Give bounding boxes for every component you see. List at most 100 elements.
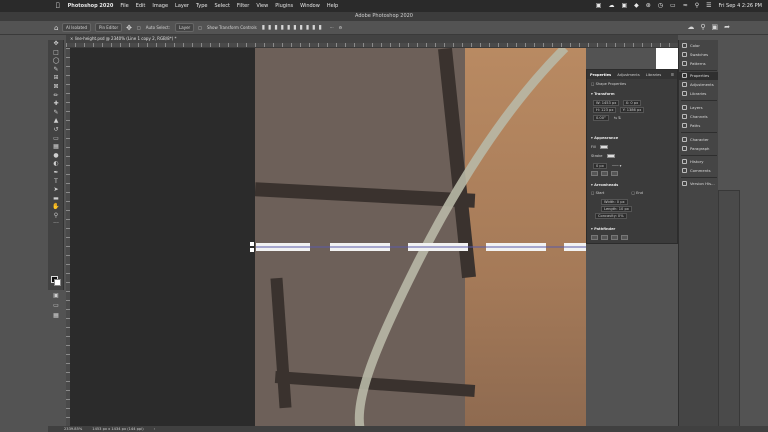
flip-horizontal-icon[interactable]: ⇆ <box>614 116 617 120</box>
brush-tool-icon[interactable]: ✎ <box>48 109 64 118</box>
dock-item-libraries[interactable]: Libraries <box>679 90 719 98</box>
show-transform-checkbox[interactable]: □ <box>198 25 202 30</box>
dock-item-adjustments[interactable]: Adjustments <box>679 81 719 89</box>
auto-select-checkbox[interactable]: □ <box>137 25 141 30</box>
cloud-doc-icon[interactable]: ☁ <box>687 23 694 31</box>
tab-adjustments[interactable]: Adjustments <box>617 73 640 77</box>
shape-tool-icon[interactable]: ▬ <box>48 195 64 204</box>
stroke-join-button[interactable] <box>611 171 619 176</box>
more-options-icon[interactable]: ··· <box>330 25 334 30</box>
tab-libraries[interactable]: Libraries <box>646 73 662 77</box>
menu-help[interactable]: Help <box>327 3 338 9</box>
stroke-size-field[interactable]: 0 px <box>593 163 607 169</box>
ai-isolated-chip[interactable]: AI Isolated <box>62 23 92 32</box>
workspace-icon[interactable]: ▣ <box>712 23 719 31</box>
cloud-icon[interactable]: ☁ <box>608 3 614 9</box>
pathfinder-exclude-button[interactable] <box>621 235 629 240</box>
stroke-swatch[interactable] <box>606 154 615 158</box>
tab-properties[interactable]: Properties <box>590 73 611 77</box>
auto-select-dropdown[interactable]: Layer <box>175 23 195 32</box>
end-checkbox[interactable]: □ <box>632 191 635 195</box>
align-icons[interactable]: ▮▮▮▮▮▮▮▮▮▮ <box>262 24 325 31</box>
menubar-datetime[interactable]: Fri Sep 4 2:26 PM <box>719 3 762 9</box>
gradient-tool-icon[interactable]: ▦ <box>48 143 64 152</box>
home-icon[interactable]: ⌂ <box>54 24 58 32</box>
pathfinder-intersect-button[interactable] <box>611 235 619 240</box>
dropbox-icon[interactable]: ◆ <box>634 3 639 9</box>
stroke-type-dropdown[interactable]: ─── ▾ <box>612 164 621 168</box>
3d-mode-icon[interactable]: ⚙ <box>339 25 343 30</box>
dock-item-properties[interactable]: Properties <box>679 72 719 80</box>
flip-vertical-icon[interactable]: ⇅ <box>618 116 621 120</box>
artboard-icon[interactable]: ▦ <box>48 312 64 321</box>
frame-tool-icon[interactable]: ⊠ <box>48 83 64 92</box>
pin-editor-chip[interactable]: Pin Editor <box>95 23 123 32</box>
menu-edit[interactable]: Edit <box>136 3 146 9</box>
stamp-tool-icon[interactable]: ▲ <box>48 117 64 126</box>
hand-tool-icon[interactable]: ✋ <box>48 203 64 212</box>
screen-mode-icon[interactable]: ▭ <box>48 302 64 311</box>
arrow-width-field[interactable]: Width: 0 px <box>601 199 628 205</box>
angle-field[interactable]: 0.00° <box>593 115 609 121</box>
type-tool-icon[interactable]: T <box>48 178 64 187</box>
dock-item-patterns[interactable]: Patterns <box>679 60 719 68</box>
panel-menu-icon[interactable]: ☰ <box>671 73 674 77</box>
apple-icon[interactable]:  <box>56 3 60 9</box>
dodge-tool-icon[interactable]: ◐ <box>48 160 64 169</box>
marquee-tool-icon[interactable]: □ <box>48 49 64 58</box>
path-select-tool-icon[interactable]: ➤ <box>48 186 64 195</box>
menu-filter[interactable]: Filter <box>237 3 249 9</box>
clock-icon[interactable]: ◷ <box>658 3 663 9</box>
dock-item-character[interactable]: Character <box>679 136 719 144</box>
search-icon[interactable]: ⚲ <box>700 23 705 31</box>
stroke-align-button[interactable] <box>591 171 598 176</box>
x-field[interactable]: X: 0 px <box>622 100 642 106</box>
zoom-tool-icon[interactable]: ⚲ <box>48 212 64 221</box>
menu-view[interactable]: View <box>256 3 268 9</box>
eyedropper-tool-icon[interactable]: ✏ <box>48 92 64 101</box>
status-chevron-icon[interactable]: › <box>154 426 155 432</box>
width-field[interactable]: W: 1453 px <box>593 100 620 106</box>
menu-file[interactable]: File <box>120 3 128 9</box>
move-tool-icon[interactable]: ✥ <box>48 40 64 49</box>
line-layer-selection[interactable] <box>250 240 586 254</box>
dock-item-paths[interactable]: Paths <box>679 122 719 130</box>
more-tools-icon[interactable]: ··· <box>48 220 64 229</box>
dock-item-swatches[interactable]: Swatches <box>679 51 719 59</box>
arrow-concavity-field[interactable]: Concavity: 0% <box>595 213 627 219</box>
start-checkbox[interactable]: □ <box>591 191 594 195</box>
crop-tool-icon[interactable]: ⊞ <box>48 74 64 83</box>
gamepad-icon[interactable]: ▣ <box>596 3 602 9</box>
pathfinder-unite-button[interactable] <box>591 235 598 240</box>
version-history-panel[interactable] <box>718 190 740 428</box>
menu-select[interactable]: Select <box>214 3 229 9</box>
lasso-tool-icon[interactable]: ◯ <box>48 57 64 66</box>
search-icon[interactable]: ⚲ <box>695 3 699 9</box>
canvas-image[interactable] <box>255 48 586 428</box>
history-brush-icon[interactable]: ↺ <box>48 126 64 135</box>
menu-app[interactable]: Photoshop 2020 <box>68 3 114 9</box>
dock-item-version-history[interactable]: Version His... <box>679 180 719 188</box>
dock-item-layers[interactable]: Layers <box>679 104 719 112</box>
height-field[interactable]: H: 123 px <box>593 107 617 113</box>
close-icon[interactable]: × <box>70 36 73 41</box>
y-field[interactable]: Y: 1386 px <box>619 107 645 113</box>
pen-tool-icon[interactable]: ✒ <box>48 169 64 178</box>
blur-tool-icon[interactable]: ● <box>48 152 64 161</box>
move-tool-icon[interactable]: ✥ <box>126 24 132 32</box>
dock-item-color[interactable]: Color <box>679 42 719 50</box>
dock-item-comments[interactable]: Comments <box>679 167 719 175</box>
dock-item-history[interactable]: History <box>679 158 719 166</box>
dock-item-channels[interactable]: Channels <box>679 113 719 121</box>
transform-section[interactable]: ▾ Transform <box>591 92 615 96</box>
menu-image[interactable]: Image <box>152 3 168 9</box>
battery-icon[interactable]: ▭ <box>670 3 676 9</box>
menu-plugins[interactable]: Plugins <box>275 3 293 9</box>
bluetooth-icon[interactable]: ⊛ <box>646 3 651 9</box>
document-tab[interactable]: × line-height.psd @ 2340% (Line 1 copy 2… <box>66 35 678 43</box>
pathfinder-section[interactable]: ▾ Pathfinder <box>591 227 615 231</box>
pathfinder-subtract-button[interactable] <box>601 235 609 240</box>
appearance-section[interactable]: ▾ Appearance <box>591 136 618 140</box>
arrowheads-section[interactable]: ▾ Arrowheads <box>591 183 618 187</box>
share-icon[interactable]: ➦ <box>724 23 730 31</box>
